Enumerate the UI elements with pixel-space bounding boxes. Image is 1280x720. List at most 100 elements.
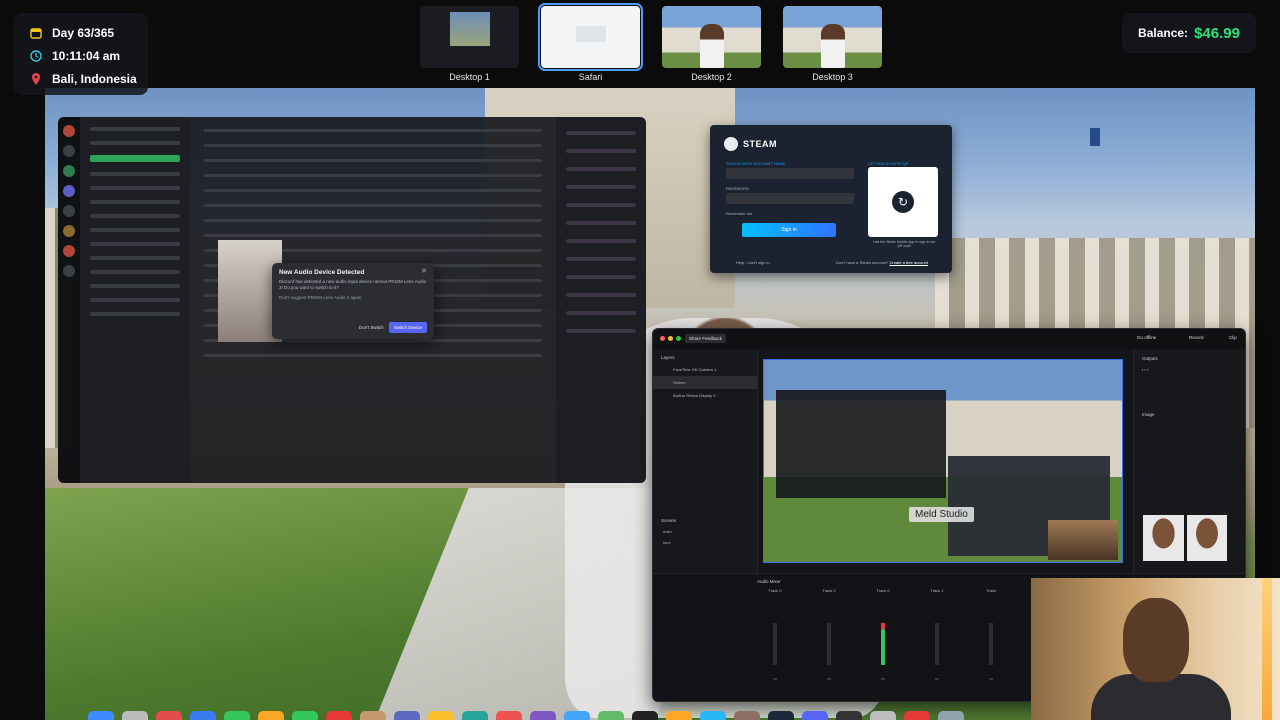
dont-switch-button[interactable]: Don't Switch	[359, 325, 384, 330]
scene-item[interactable]: main	[653, 526, 757, 537]
layer-item[interactable]: FaceTime HD Camera 1	[653, 363, 757, 376]
volume-fader[interactable]	[989, 623, 993, 665]
location-pin-icon	[28, 72, 44, 85]
mixer-track[interactable]: Track ▪▪▪	[973, 588, 1009, 681]
app-icon[interactable]	[156, 711, 182, 720]
face-thumbnails	[1143, 515, 1227, 561]
space-desktop-3[interactable]: Desktop 3	[783, 6, 882, 82]
app-icon[interactable]	[496, 711, 522, 720]
window-controls	[660, 336, 681, 341]
account-name-input[interactable]	[726, 168, 854, 179]
space-thumbnail	[420, 6, 519, 68]
password-input[interactable]	[726, 193, 854, 204]
streamer-face	[1123, 598, 1189, 682]
app-icon[interactable]	[666, 711, 692, 720]
app-icon[interactable]	[462, 711, 488, 720]
discord-dock-icon[interactable]	[802, 711, 828, 720]
mission-control-spaces: Desktop 1 Safari Desktop 2 Desktop 3	[420, 3, 882, 82]
app-icon[interactable]	[598, 711, 624, 720]
refresh-icon[interactable]: ↻	[892, 191, 914, 213]
scene-item[interactable]: face	[653, 537, 757, 548]
volume-fader[interactable]	[881, 623, 885, 665]
meld-toolbar: Share Feedback Go offline Record Clip	[653, 329, 1245, 349]
layers-panel: Layers FaceTime HD Camera 1 Screen Built…	[653, 349, 758, 579]
terminal-icon[interactable]	[632, 711, 658, 720]
dont-suggest-checkbox[interactable]: Don't suggest PRISM Lens Audio 3 again	[279, 295, 427, 300]
notes-icon[interactable]	[428, 711, 454, 720]
close-icon[interactable]: ✕	[421, 267, 427, 275]
space-label: Desktop 1	[449, 72, 490, 82]
record-button[interactable]: Record	[1189, 335, 1204, 340]
messages-icon[interactable]	[224, 711, 250, 720]
create-account-link[interactable]: Create a free account	[889, 260, 927, 265]
layers-title: Layers	[661, 355, 675, 360]
dock	[82, 711, 1208, 720]
app-icon[interactable]	[564, 711, 590, 720]
app-icon[interactable]	[836, 711, 862, 720]
dialog-body: Discord has detected a new audio input d…	[279, 279, 427, 290]
stream-info-overlay: Day 63/365 10:11:04 am Bali, Indonesia	[14, 13, 148, 95]
day-counter: Day 63/365	[52, 25, 115, 40]
remember-me-checkbox[interactable]: Remember me	[726, 211, 752, 216]
balance-value: $46.99	[1194, 24, 1240, 42]
minimize-window-icon[interactable]	[668, 336, 673, 341]
app-icon[interactable]	[734, 711, 760, 720]
member-list	[556, 117, 646, 483]
help-link[interactable]: Help, I can't sign in	[736, 260, 770, 265]
app-icon[interactable]	[394, 711, 420, 720]
wall-lamp	[1262, 578, 1272, 720]
space-safari[interactable]: Safari	[538, 3, 643, 82]
mixer-track[interactable]: Track 0 ▪▪▪	[811, 588, 847, 681]
steam-dock-icon[interactable]	[768, 711, 794, 720]
app-icon[interactable]	[700, 711, 726, 720]
qr-label: OR SIGN IN WITH QR	[868, 161, 909, 166]
mixer-track[interactable]: Track 0 ▪▪▪	[757, 588, 793, 681]
audio-device-dialog: New Audio Device Detected ✕ Discord has …	[272, 263, 434, 339]
volume-fader[interactable]	[827, 623, 831, 665]
finder-icon[interactable]	[88, 711, 114, 720]
app-icon[interactable]	[530, 711, 556, 720]
create-account: Don't have a Steam account? Create a fre…	[836, 260, 928, 265]
mixer-track[interactable]: Track 0 ▪▪▪	[865, 588, 901, 681]
preview-discord	[776, 390, 946, 498]
space-desktop-2[interactable]: Desktop 2	[662, 6, 761, 82]
steam-icon	[724, 137, 738, 151]
channel-list	[80, 117, 190, 483]
clock-icon	[28, 49, 44, 62]
app-icon[interactable]	[258, 711, 284, 720]
sign-in-button[interactable]: Sign in	[742, 223, 836, 237]
close-window-icon[interactable]	[660, 336, 665, 341]
launchpad-icon[interactable]	[122, 711, 148, 720]
space-thumbnail	[783, 6, 882, 68]
scene-preview[interactable]	[763, 359, 1123, 563]
facetime-icon[interactable]	[292, 711, 318, 720]
qr-code: ↻	[868, 167, 938, 237]
mixer-track[interactable]: Track 1 ▪▪▪	[919, 588, 955, 681]
space-desktop-1[interactable]: Desktop 1	[420, 6, 519, 82]
app-icon[interactable]	[360, 711, 386, 720]
volume-fader[interactable]	[935, 623, 939, 665]
flag	[1090, 128, 1100, 146]
switch-device-button[interactable]: Switch Device	[388, 322, 427, 333]
app-icon[interactable]	[904, 711, 930, 720]
image-title: Image	[1142, 412, 1155, 417]
layer-item[interactable]: Built-in Retina Display 0	[653, 389, 757, 402]
app-icon[interactable]	[870, 711, 896, 720]
dialog-title: New Audio Device Detected	[279, 269, 365, 276]
trash-icon[interactable]	[938, 711, 964, 720]
volume-fader[interactable]	[773, 623, 777, 665]
clip-button[interactable]: Clip	[1229, 335, 1237, 340]
output-row[interactable]: ▪ ▪ ▪	[1134, 364, 1245, 375]
app-icon[interactable]	[190, 711, 216, 720]
space-label: Desktop 3	[812, 72, 853, 82]
balance-label: Balance:	[1138, 26, 1189, 40]
space-thumbnail	[538, 3, 643, 71]
space-thumbnail	[662, 6, 761, 68]
zoom-window-icon[interactable]	[676, 336, 681, 341]
password-label: PASSWORD	[726, 186, 750, 191]
layer-item[interactable]: Screen	[653, 376, 757, 389]
share-feedback-button[interactable]: Share Feedback	[685, 334, 727, 343]
go-offline-button[interactable]: Go offline	[1137, 335, 1156, 340]
app-icon[interactable]	[326, 711, 352, 720]
day-row: Day 63/365	[28, 21, 148, 44]
